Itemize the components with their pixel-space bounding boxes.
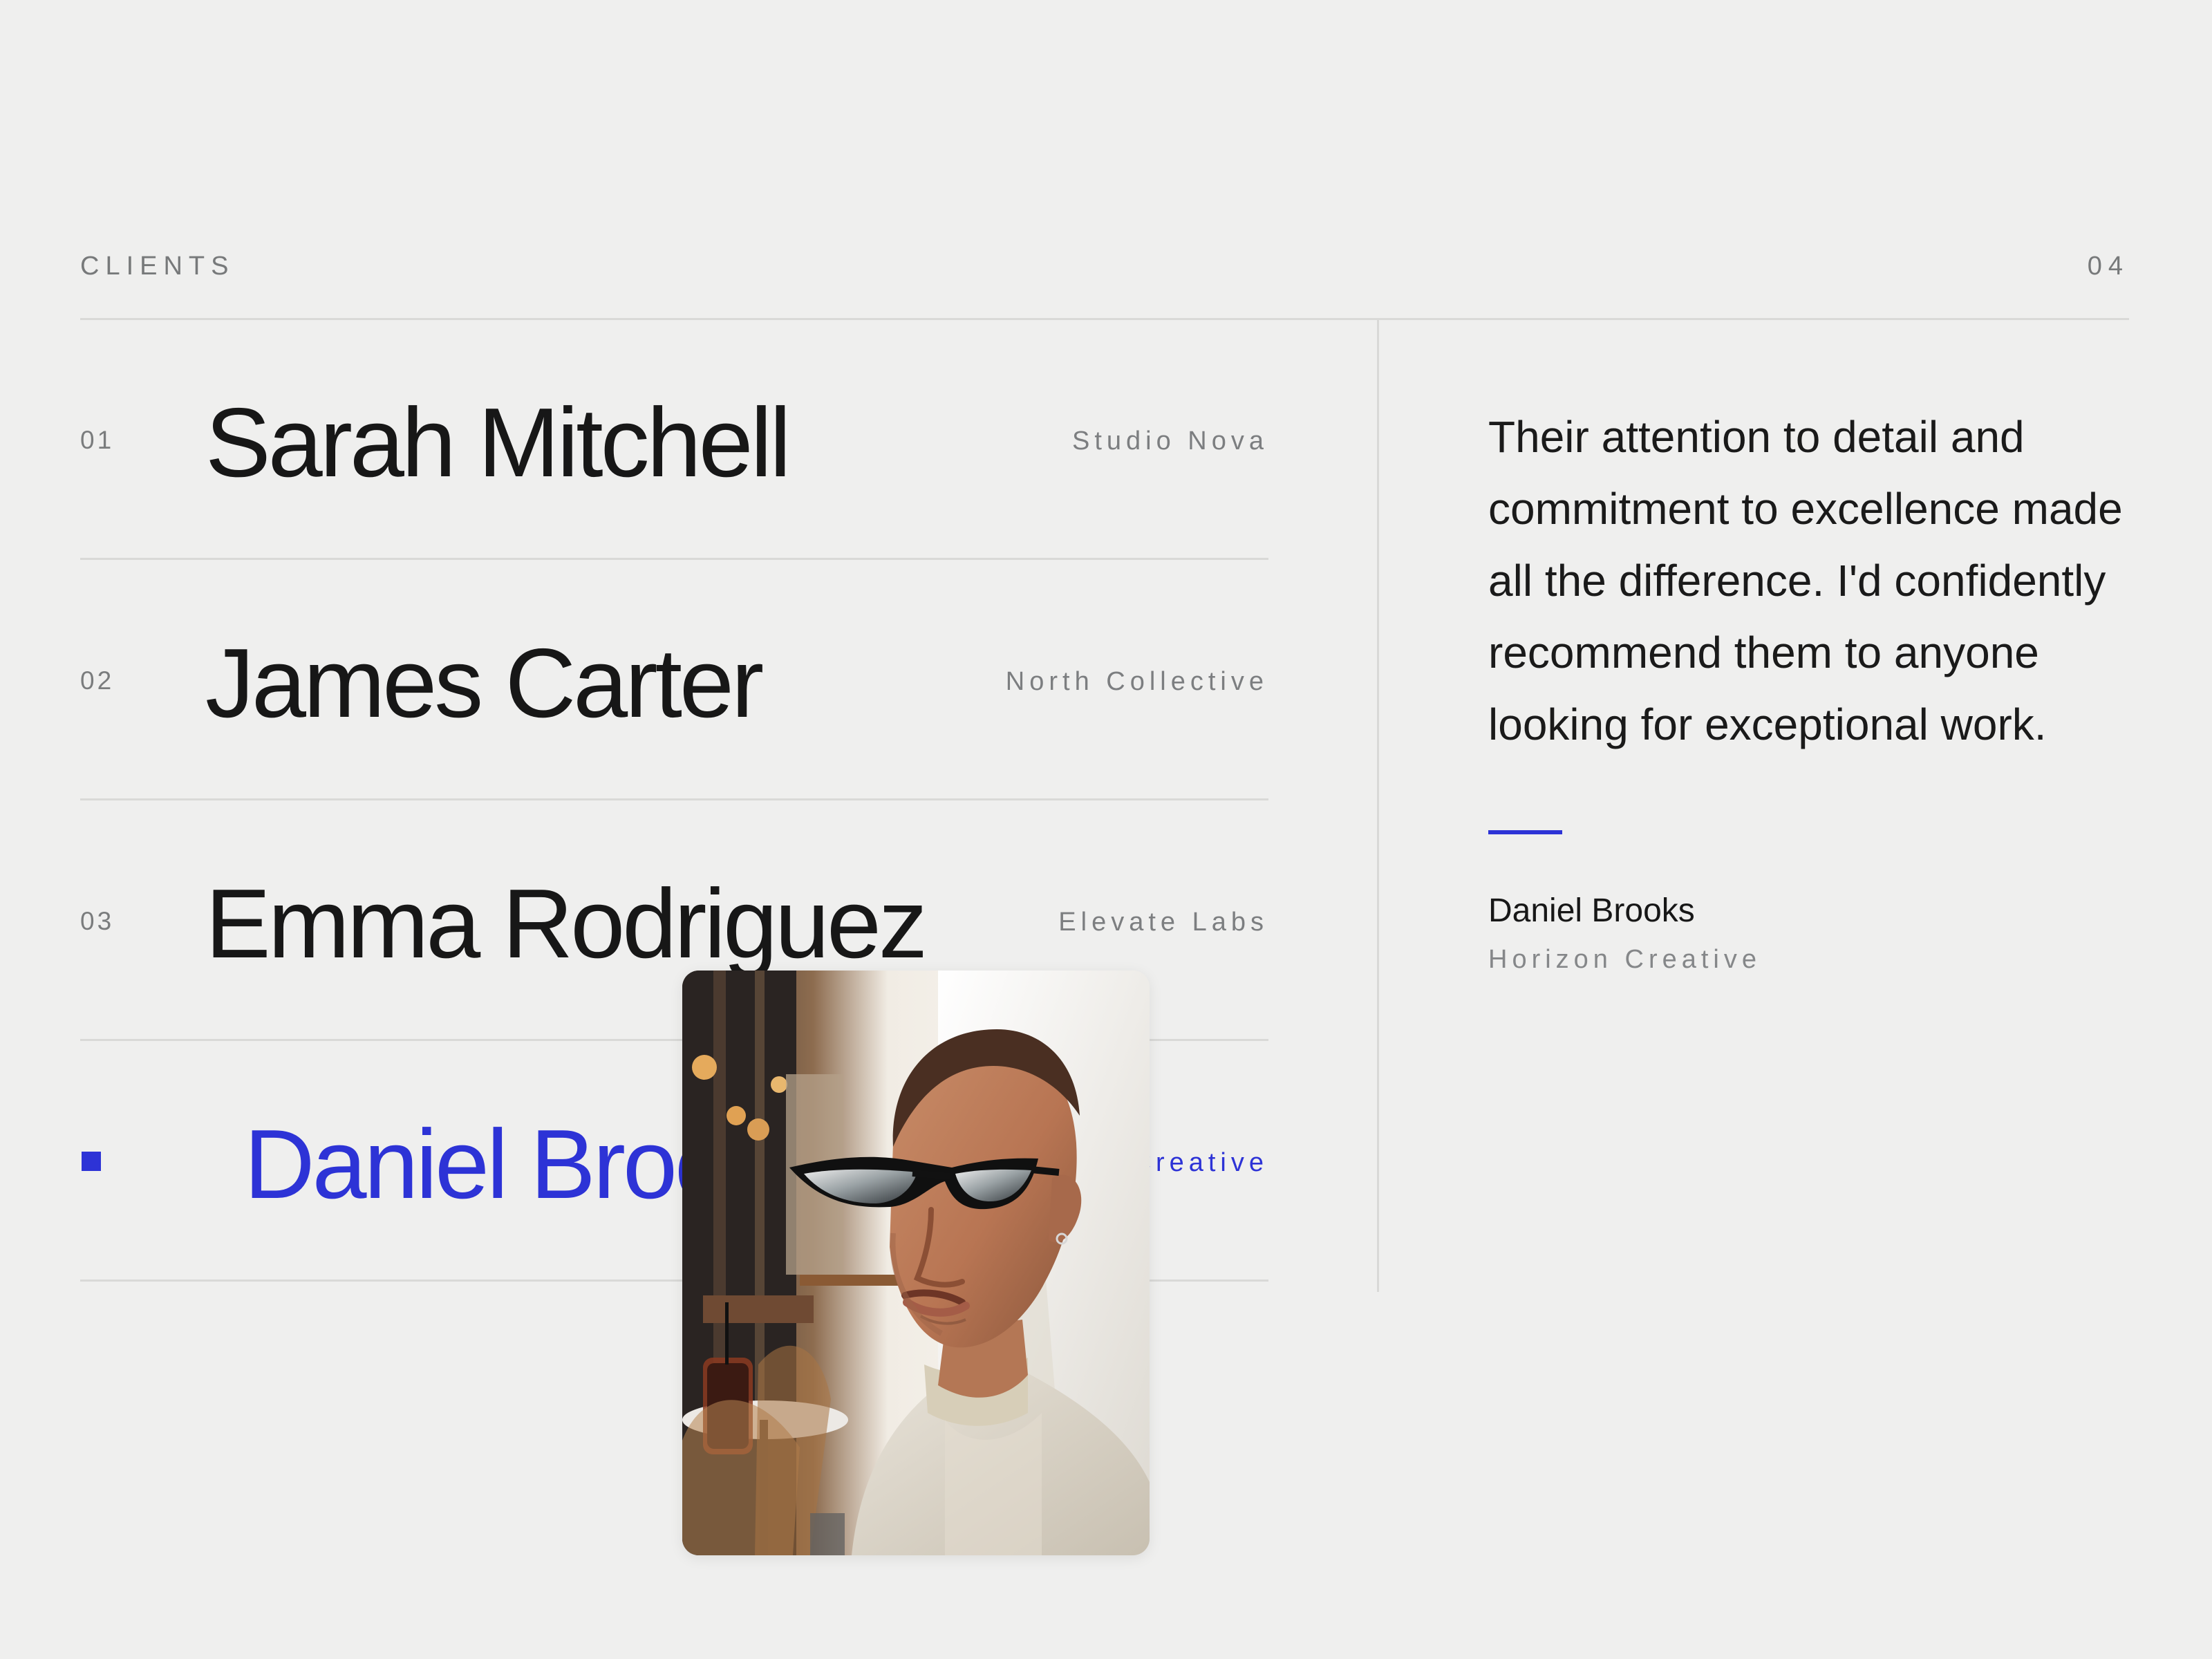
client-company: Elevate Labs [1058,908,1268,937]
client-name[interactable]: Sarah Mitchell [205,391,791,495]
client-photo [682,971,1150,1555]
client-number: 02 [80,666,115,695]
client-number: 03 [80,907,115,935]
portrait-photo [682,971,1150,1555]
accent-divider [1488,830,1562,834]
testimonial-company: Horizon Creative [1488,945,1761,974]
section-header: CLIENTS 04 [80,249,2129,320]
section-label: CLIENTS [80,252,235,281]
client-number: 01 [80,426,115,454]
client-name[interactable]: Emma Rodriguez [205,872,928,976]
client-row[interactable]: 02 James Carter North Collective [80,560,1268,800]
client-company: North Collective [1005,667,1268,696]
client-row[interactable]: 01 Sarah Mitchell Studio Nova [80,319,1268,560]
testimonial-author: Daniel Brooks [1488,892,1695,929]
client-company: Studio Nova [1071,427,1268,456]
testimonial-panel: Their attention to detail and commitment… [1488,401,2145,977]
section-count: 04 [2087,252,2129,281]
active-row-marker [82,1152,101,1171]
testimonial-quote: Their attention to detail and commitment… [1488,412,2123,749]
client-name[interactable]: James Carter [205,632,764,735]
vertical-divider [1377,319,1379,1292]
